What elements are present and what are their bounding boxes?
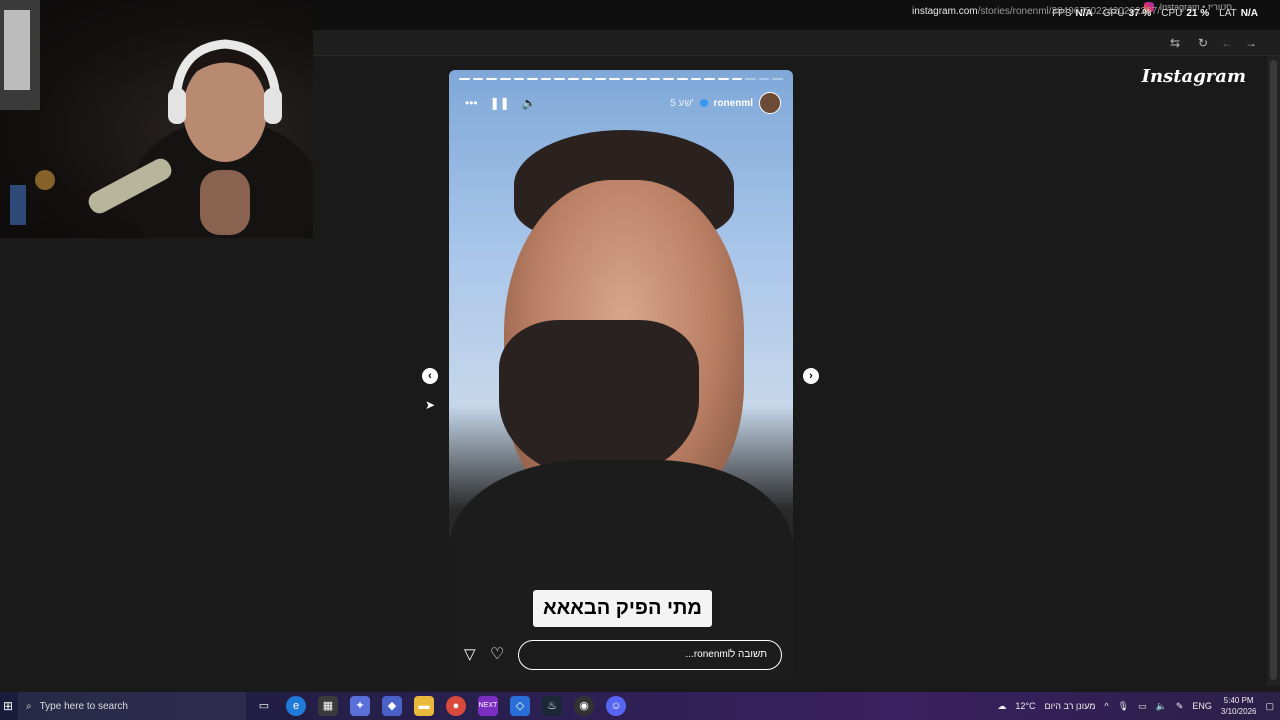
- story-progress-segment: [704, 78, 715, 80]
- notifications-icon[interactable]: ▢: [1265, 701, 1274, 712]
- system-tray: ☁ 12°C מעונן רב היום ^ 🎙 ▭ 🔈 ✎ ENG 5:40 …: [997, 692, 1274, 720]
- story-progress-segment: [527, 78, 538, 80]
- obs-icon[interactable]: ◉: [574, 696, 594, 716]
- story-progress-segment: [486, 78, 497, 80]
- weather-icon[interactable]: ☁: [997, 701, 1006, 712]
- search-icon: ⌕: [26, 700, 32, 712]
- taskbar-search[interactable]: ⌕ Type here to search: [18, 692, 246, 720]
- story-progress-segment: [554, 78, 565, 80]
- story-progress-segment: [540, 78, 552, 80]
- pen-icon[interactable]: ✎: [1176, 701, 1184, 712]
- weather-text[interactable]: מעונן רב היום: [1045, 701, 1096, 711]
- story-progress-segment: [772, 78, 783, 80]
- story-controls: ••• ❚❚ 🔈: [465, 96, 537, 110]
- heart-icon[interactable]: ♡: [490, 644, 504, 664]
- story-viewer[interactable]: ••• ❚❚ 🔈 5 שע' ronenml מתי הפיק הבאאא ▽ …: [449, 70, 793, 680]
- story-progress-segment: [472, 78, 484, 80]
- scrollbar-thumb[interactable]: [1270, 60, 1277, 680]
- taskbar-pinned-apps: ▭ e ▦ ✦ ◆ ▬ ● NEXT ◇ ♨ ◉ ☺: [254, 692, 626, 720]
- lat-stat: LAT N/A: [1219, 8, 1258, 19]
- story-progress-segment: [499, 78, 511, 80]
- story-reply-input[interactable]: תשובה לronenml...: [518, 640, 782, 670]
- url-host: instagram.com: [912, 6, 978, 17]
- story-progress-segment: [581, 78, 593, 80]
- story-progress-segment: [649, 78, 661, 80]
- steam-icon[interactable]: ♨: [542, 696, 562, 716]
- story-username[interactable]: ronenml: [714, 98, 753, 109]
- forward-arrow-icon[interactable]: →: [1242, 34, 1260, 52]
- network-icon[interactable]: ▭: [1138, 701, 1147, 712]
- cpu-stat: CPU 21 %: [1161, 8, 1209, 19]
- cpu-value: 21 %: [1186, 8, 1210, 19]
- story-progress-segment: [622, 78, 634, 80]
- reload-icon[interactable]: ↻: [1194, 34, 1212, 52]
- lat-value: N/A: [1240, 8, 1258, 19]
- story-time: 5 שע': [670, 97, 694, 109]
- mouse-cursor-icon: ➤: [425, 398, 436, 412]
- story-progress-segment: [731, 78, 743, 80]
- url-path: /stories/ronenml/3849675022420262267/: [977, 6, 1160, 17]
- taskbar-search-placeholder: Type here to search: [39, 700, 128, 712]
- windows-start-icon[interactable]: ⊞: [0, 692, 16, 720]
- volume-icon[interactable]: 🔈: [522, 96, 537, 110]
- clock-date: 3/10/2026: [1220, 707, 1257, 716]
- previous-story-button[interactable]: ‹: [422, 368, 438, 384]
- verified-badge-icon: [699, 99, 708, 107]
- file-explorer-icon[interactable]: ▬: [414, 696, 434, 716]
- story-progress-segment: [745, 78, 756, 80]
- story-progress-segment: [608, 78, 620, 80]
- next-story-button[interactable]: ›: [803, 368, 819, 384]
- weather-temp[interactable]: 12°C: [1015, 701, 1035, 711]
- instagram-logo[interactable]: Instagram: [1142, 66, 1246, 87]
- cpu-label: CPU: [1161, 8, 1183, 19]
- story-progress-segment: [717, 78, 729, 80]
- copilot-icon[interactable]: ✦: [350, 696, 370, 716]
- tune-icon[interactable]: ⇆: [1166, 34, 1184, 52]
- story-progress-bar: [459, 78, 783, 80]
- story-progress-segment: [459, 78, 470, 80]
- story-avatar[interactable]: [759, 92, 781, 114]
- story-image-beard: [499, 320, 699, 480]
- back-arrow-icon[interactable]: ←: [1218, 34, 1236, 52]
- url-field[interactable]: instagram.com/stories/ronenml/3849675022…: [912, 6, 1160, 17]
- webcam-person-illustration: [0, 0, 313, 238]
- pause-icon[interactable]: ❚❚: [490, 96, 510, 110]
- clock[interactable]: 5:40 PM 3/10/2026: [1221, 695, 1257, 717]
- story-progress-segment: [690, 78, 702, 80]
- story-header-user: 5 שע' ronenml: [670, 92, 781, 114]
- browser-address-bar: [313, 30, 1280, 56]
- chevron-up-icon[interactable]: ^: [1104, 701, 1108, 711]
- lat-label: LAT: [1219, 8, 1237, 19]
- speaker-icon[interactable]: 🔈: [1156, 701, 1167, 712]
- microphone-icon[interactable]: 🎙: [1118, 701, 1129, 712]
- story-progress-segment: [595, 78, 606, 80]
- story-progress-segment: [513, 78, 525, 80]
- kick-next-icon[interactable]: NEXT: [478, 696, 498, 716]
- story-progress-segment: [568, 78, 579, 80]
- story-progress-segment: [663, 78, 674, 80]
- app-diamond-icon[interactable]: ◇: [510, 696, 530, 716]
- chrome-icon[interactable]: ●: [446, 696, 466, 716]
- story-progress-segment: [636, 78, 647, 80]
- clock-time: 5:40 PM: [1223, 696, 1254, 705]
- webcam-feed: [0, 0, 313, 238]
- m365-icon[interactable]: ◆: [382, 696, 402, 716]
- store-icon[interactable]: ▦: [318, 696, 338, 716]
- send-icon[interactable]: ▽: [464, 645, 476, 663]
- discord-icon[interactable]: ☺: [606, 696, 626, 716]
- story-progress-segment: [677, 78, 688, 80]
- windows-taskbar: ⊞ ⌕ Type here to search ▭ e ▦ ✦ ◆ ▬ ● NE…: [0, 692, 1280, 720]
- left-empty-area: [0, 238, 313, 686]
- more-options-icon[interactable]: •••: [465, 96, 478, 110]
- task-view-icon[interactable]: ▭: [254, 696, 274, 716]
- story-caption-sticker: מתי הפיק הבאאא: [533, 590, 712, 627]
- story-progress-segment: [758, 78, 770, 80]
- edge-icon[interactable]: e: [286, 696, 306, 716]
- language-indicator[interactable]: ENG: [1192, 701, 1212, 711]
